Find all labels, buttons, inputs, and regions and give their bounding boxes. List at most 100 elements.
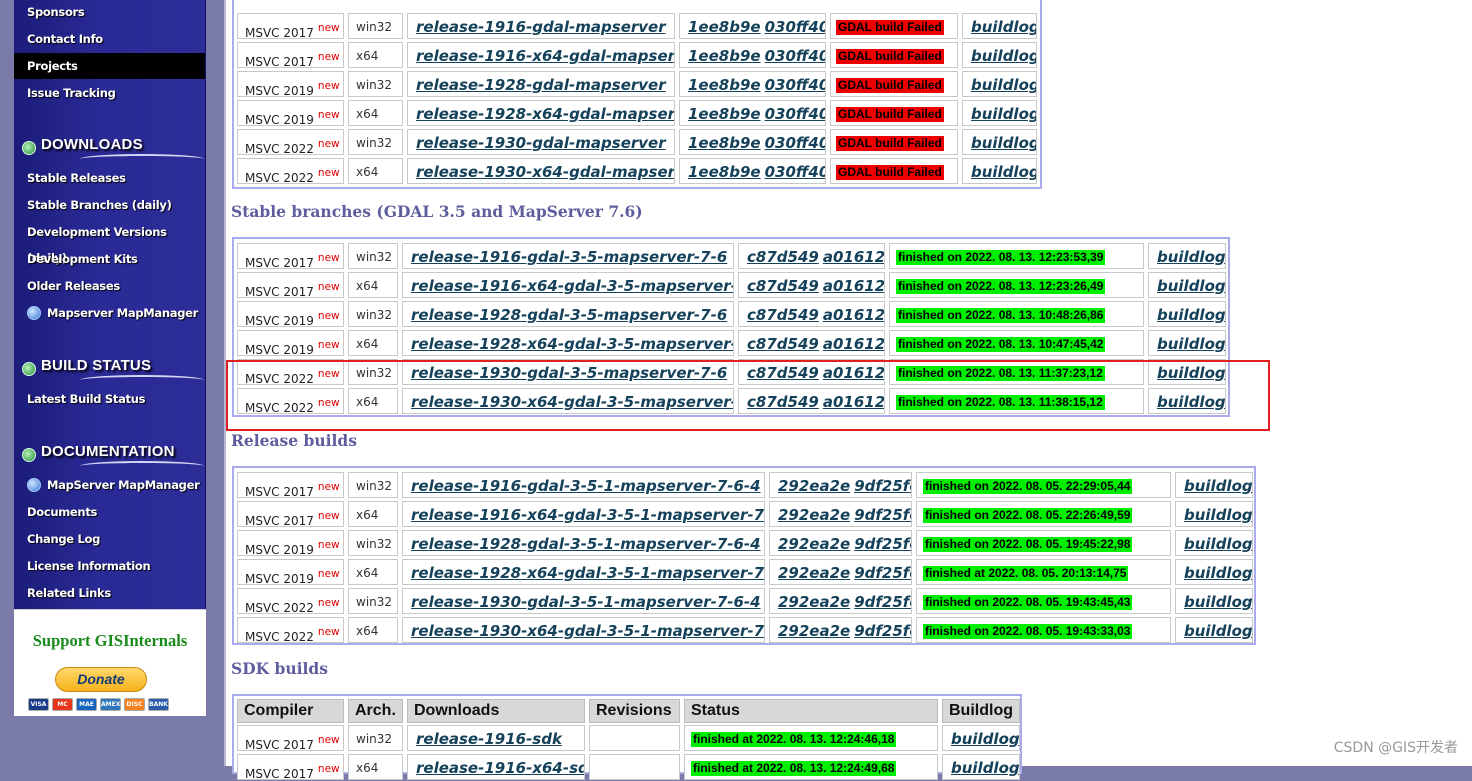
buildlog-link[interactable]: buildlog [1176, 564, 1252, 582]
buildlog-link[interactable]: buildlog [963, 105, 1036, 123]
revision-link[interactable]: 292ea2e [778, 477, 850, 495]
sidebar-link[interactable]: Mapserver MapManager [14, 300, 205, 326]
buildlog-link[interactable]: buildlog [1176, 622, 1252, 640]
compiler-label: MSVC 2022 [245, 601, 314, 614]
buildlog-link[interactable]: buildlog [1149, 248, 1225, 266]
buildlog-link[interactable]: buildlog [1176, 593, 1252, 611]
revision-link[interactable]: 030ff40 [765, 163, 825, 181]
buildlog-link[interactable]: buildlog [963, 47, 1036, 65]
download-link[interactable]: release-1916-gdal-3-5-mapserver-7-6 [403, 248, 727, 266]
revision-link[interactable]: a01612c [823, 277, 884, 295]
compiler-label: MSVC 2019 [245, 343, 314, 356]
sidebar-link-label: Stable Branches (daily) [27, 198, 172, 212]
revision-link[interactable]: 030ff40 [765, 76, 825, 94]
sidebar-link[interactable]: Related Links [14, 580, 205, 606]
revision-link[interactable]: 9df25fe [854, 477, 911, 495]
download-link[interactable]: release-1928-gdal-3-5-mapserver-7-6 [403, 306, 727, 324]
revision-link[interactable]: 1ee8b9e [688, 76, 761, 94]
download-link[interactable]: release-1930-gdal-mapserver [408, 134, 666, 152]
revision-link[interactable]: 1ee8b9e [688, 163, 761, 181]
revision-link[interactable]: 292ea2e [778, 622, 850, 640]
buildlog-cell: buildlog [1175, 501, 1253, 527]
sidebar-link[interactable]: Development Versions (daily) [14, 219, 205, 265]
sidebar-link[interactable]: Older Releases [14, 273, 205, 299]
new-badge: new [317, 763, 340, 775]
buildlog-link[interactable]: buildlog [943, 759, 1019, 777]
download-link[interactable]: release-1930-x64-gdal-mapserver [408, 163, 674, 181]
revision-link[interactable]: 030ff40 [765, 18, 825, 36]
revision-link[interactable]: c87d549 [747, 335, 819, 353]
sidebar-link[interactable]: Issue Tracking [14, 80, 205, 106]
revision-link[interactable]: 1ee8b9e [688, 134, 761, 152]
download-link[interactable]: release-1916-gdal-3-5-1-mapserver-7-6-4 [403, 477, 761, 495]
sidebar-link[interactable]: Stable Branches (daily) [14, 192, 205, 218]
revision-link[interactable]: 9df25fe [854, 506, 911, 524]
compiler-cell: MSVC 2017 new [237, 272, 344, 298]
buildlog-link[interactable]: buildlog [963, 163, 1036, 181]
sidebar-link[interactable]: Change Log [14, 526, 205, 552]
download-link[interactable]: release-1916-x64-gdal-mapserver [408, 47, 674, 65]
revision-link[interactable]: 292ea2e [778, 564, 850, 582]
sidebar-link[interactable]: Development Kits [14, 246, 205, 272]
download-link[interactable]: release-1928-x64-gdal-3-5-1-mapserver-7-… [403, 564, 764, 582]
sidebar-link[interactable]: MapServer MapManager [14, 472, 205, 498]
buildlog-link[interactable]: buildlog [1149, 277, 1225, 295]
revision-link[interactable]: 030ff40 [765, 105, 825, 123]
download-link[interactable]: release-1916-sdk [408, 730, 562, 748]
status-cell: finished on 2022. 08. 13. 10:48:26,86 [889, 301, 1144, 327]
revision-link[interactable]: 030ff40 [765, 134, 825, 152]
download-link[interactable]: release-1928-gdal-mapserver [408, 76, 666, 94]
revision-link[interactable]: a01612c [823, 306, 884, 324]
sidebar-link[interactable]: License Information [14, 553, 205, 579]
revision-link[interactable]: 9df25fe [854, 622, 911, 640]
download-link[interactable]: release-1916-x64-sdk [408, 759, 584, 777]
revision-link[interactable]: 1ee8b9e [688, 105, 761, 123]
download-link[interactable]: release-1928-gdal-3-5-1-mapserver-7-6-4 [403, 535, 761, 553]
table-row: MSVC 2022 new x64 release-1930-x64-gdal-map… [234, 158, 1044, 185]
buildlog-link[interactable]: buildlog [1149, 306, 1225, 324]
revision-link[interactable]: c87d549 [747, 306, 819, 324]
sidebar-nav: Sponsors Contact Info Projects Issue Tracki… [14, 0, 206, 609]
arch-cell: win32 [348, 71, 403, 97]
compiler-cell: MSVC 2017 new [237, 472, 344, 498]
download-link[interactable]: release-1930-gdal-3-5-1-mapserver-7-6-4 [403, 593, 761, 611]
download-link[interactable]: release-1916-x64-gdal-3-5-1-mapserver-7-… [403, 506, 764, 524]
revision-link[interactable]: 9df25fe [854, 535, 911, 553]
buildlog-link[interactable]: buildlog [963, 134, 1036, 152]
revision-link[interactable]: 1ee8b9e [688, 18, 761, 36]
revision-link[interactable]: 292ea2e [778, 535, 850, 553]
revision-link[interactable]: 9df25fe [854, 564, 911, 582]
sidebar-link[interactable]: Projects [14, 53, 205, 79]
buildlog-link[interactable]: buildlog [1149, 335, 1225, 353]
buildlog-link[interactable]: buildlog [1176, 477, 1252, 495]
donate-button[interactable]: Donate [55, 667, 147, 692]
buildlog-link[interactable]: buildlog [963, 76, 1036, 94]
buildlog-link[interactable]: buildlog [943, 730, 1019, 748]
download-link[interactable]: release-1928-x64-gdal-mapserver [408, 105, 674, 123]
revision-link[interactable]: c87d549 [747, 248, 819, 266]
revision-link[interactable]: a01612c [823, 335, 884, 353]
download-link[interactable]: release-1928-x64-gdal-3-5-mapserver-7-6 [403, 335, 733, 353]
buildlog-link[interactable]: buildlog [1176, 535, 1252, 553]
revision-link[interactable]: 1ee8b9e [688, 47, 761, 65]
sidebar-link[interactable]: Contact Info [14, 26, 205, 52]
revision-link[interactable]: c87d549 [747, 277, 819, 295]
sidebar-link-label: MapServer MapManager [47, 478, 200, 492]
buildlog-link[interactable]: buildlog [1176, 506, 1252, 524]
revision-link[interactable]: a01612c [823, 248, 884, 266]
compiler-cell: MSVC 2019 new [237, 530, 344, 556]
sidebar-link[interactable]: Stable Releases [14, 165, 205, 191]
arch-cell: x64 [348, 559, 398, 585]
sidebar-link[interactable]: Latest Build Status [14, 386, 205, 412]
revision-link[interactable]: 030ff40 [765, 47, 825, 65]
revisions-cell: 292ea2e9df25fe [769, 530, 912, 556]
sidebar-link[interactable]: Sponsors [14, 0, 205, 25]
revision-link[interactable]: 292ea2e [778, 593, 850, 611]
sidebar-link[interactable]: Documents [14, 499, 205, 525]
revision-link[interactable]: 9df25fe [854, 593, 911, 611]
download-link[interactable]: release-1916-gdal-mapserver [408, 18, 666, 36]
revision-link[interactable]: 292ea2e [778, 506, 850, 524]
buildlog-link[interactable]: buildlog [963, 18, 1036, 36]
download-link[interactable]: release-1916-x64-gdal-3-5-mapserver-7-6 [403, 277, 733, 295]
download-link[interactable]: release-1930-x64-gdal-3-5-1-mapserver-7-… [403, 622, 764, 640]
